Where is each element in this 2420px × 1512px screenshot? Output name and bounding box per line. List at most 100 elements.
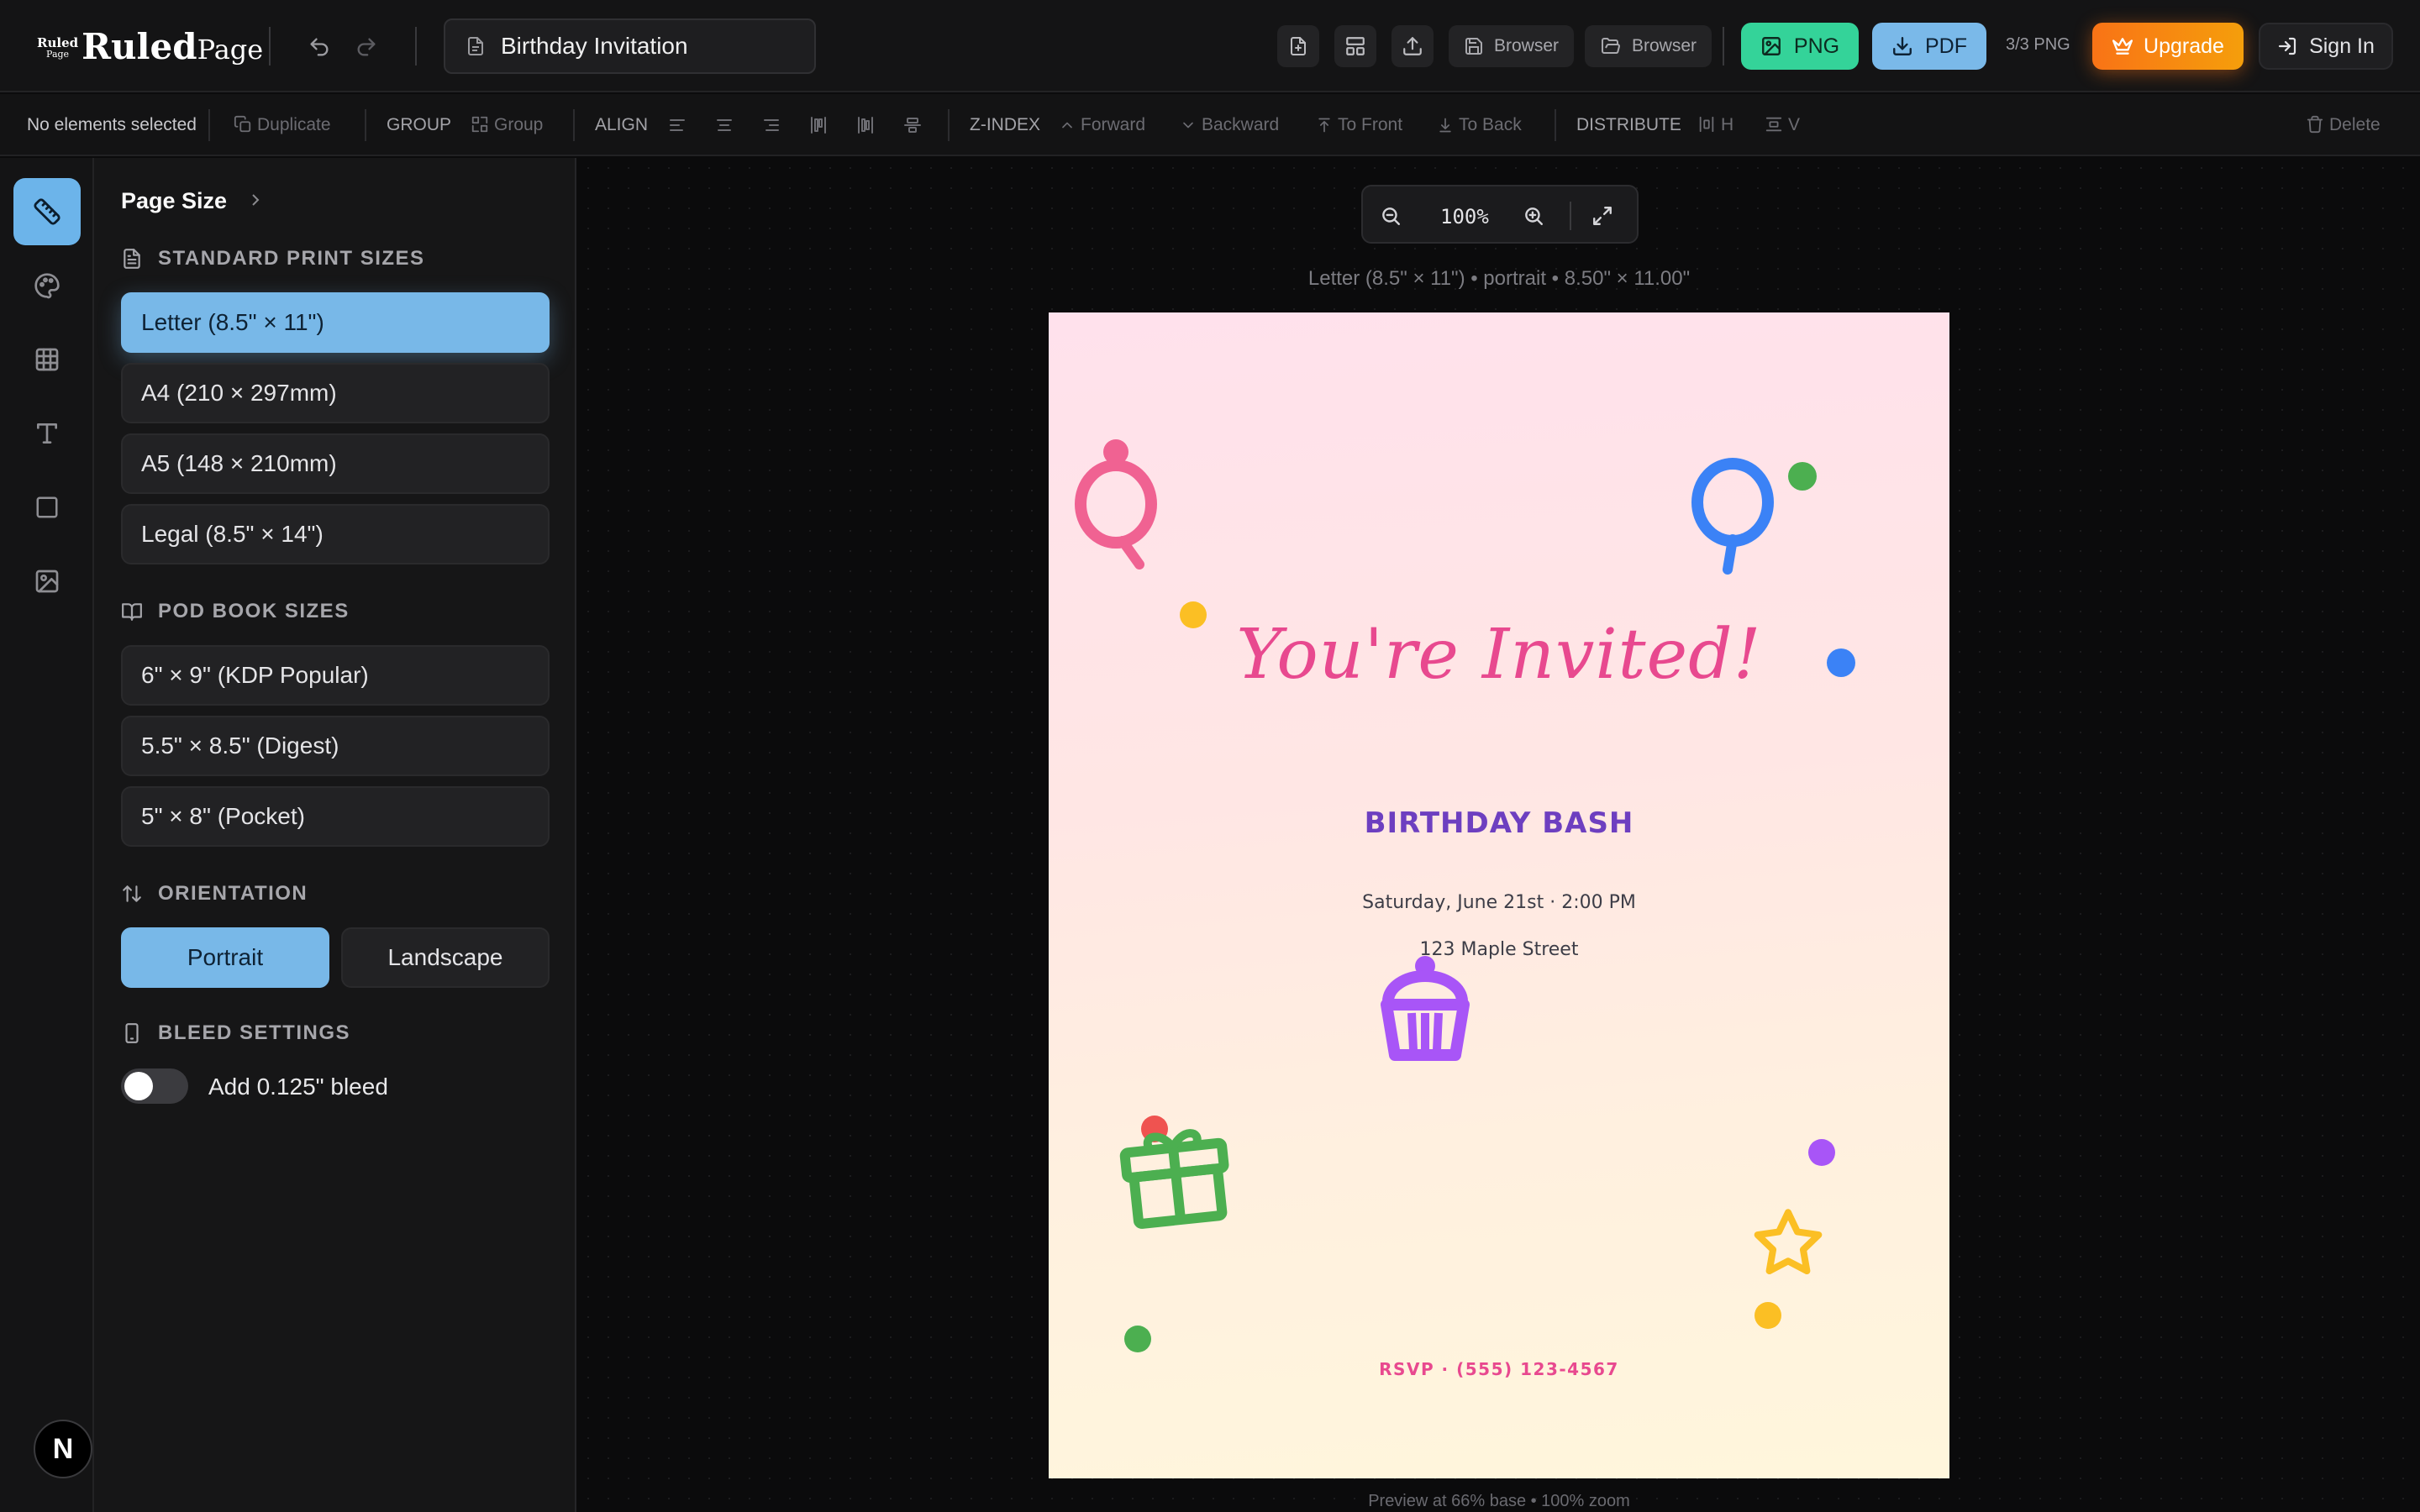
preview-footnote: Preview at 66% base • 100% zoom bbox=[1368, 1492, 1630, 1510]
portrait-label: Portrait bbox=[187, 944, 264, 970]
logo-small-top: Ruled bbox=[37, 35, 79, 50]
forward-label: Forward bbox=[1081, 115, 1146, 134]
size-option-label: 5.5" × 8.5" (Digest) bbox=[141, 732, 339, 759]
group-button[interactable]: Group bbox=[471, 115, 543, 135]
gift-icon[interactable] bbox=[1116, 1129, 1242, 1230]
grid-icon bbox=[35, 348, 59, 371]
smartphone-icon bbox=[125, 1023, 139, 1043]
size-option-digest[interactable]: 5.5" × 8.5" (Digest) bbox=[121, 716, 550, 776]
distribute-horizontal-button[interactable]: H bbox=[1697, 115, 1733, 135]
size-option-6x9[interactable]: 6" × 9" (KDP Popular) bbox=[121, 645, 550, 706]
redo-button[interactable] bbox=[353, 34, 380, 60]
file-plus-icon bbox=[1291, 37, 1306, 55]
rail-page-size-button[interactable] bbox=[13, 178, 81, 245]
to-back-button[interactable]: To Back bbox=[1437, 115, 1522, 135]
invitation-rsvp[interactable]: RSVP · (555) 123-4567 bbox=[1049, 1359, 1949, 1379]
share-button[interactable] bbox=[1392, 25, 1434, 67]
trash-icon bbox=[2307, 115, 2323, 134]
orientation-landscape-button[interactable]: Landscape bbox=[341, 927, 550, 988]
toggle-knob bbox=[124, 1072, 153, 1100]
rail-colors-button[interactable] bbox=[13, 252, 81, 319]
blue-balloon-icon[interactable] bbox=[1689, 452, 1790, 586]
save-to-browser-button[interactable]: Browser bbox=[1449, 25, 1575, 67]
align-top-button[interactable] bbox=[808, 115, 829, 135]
page-size-panel: Page Size STANDARD PRINT SIZES Letter (8… bbox=[94, 158, 576, 1512]
landscape-label: Landscape bbox=[387, 944, 503, 970]
upload-icon bbox=[1403, 37, 1422, 55]
align-center-button[interactable] bbox=[714, 115, 734, 135]
orientation-heading: ORIENTATION bbox=[121, 882, 308, 906]
export-png-button[interactable]: PNG bbox=[1741, 23, 1859, 70]
distribute-vertical-button[interactable]: V bbox=[1765, 115, 1800, 135]
duplicate-button[interactable]: Duplicate bbox=[234, 115, 331, 135]
delete-button[interactable]: Delete bbox=[2306, 115, 2381, 135]
invitation-title[interactable]: You're Invited! bbox=[1049, 615, 1949, 695]
open-browser-label: Browser bbox=[1632, 36, 1697, 55]
panel-title: Page Size bbox=[121, 188, 228, 213]
divider bbox=[365, 109, 366, 141]
image-icon bbox=[35, 570, 59, 593]
export-pdf-button[interactable]: PDF bbox=[1872, 23, 1986, 70]
logo-mini: Ruled Page bbox=[37, 37, 78, 60]
rail-images-button[interactable] bbox=[13, 548, 81, 615]
n-badge[interactable]: N bbox=[34, 1420, 92, 1478]
confetti-dot bbox=[1808, 1139, 1835, 1166]
panel-expand-button[interactable] bbox=[245, 190, 266, 214]
size-option-label: A5 (148 × 210mm) bbox=[141, 450, 337, 476]
size-option-a4[interactable]: A4 (210 × 297mm) bbox=[121, 363, 550, 423]
logo-page-word: Page bbox=[197, 34, 264, 66]
group-label: Group bbox=[494, 115, 544, 134]
design-page[interactable]: You're Invited! BIRTHDAY BASH Saturday, … bbox=[1049, 312, 1949, 1478]
new-page-button[interactable] bbox=[1277, 25, 1319, 67]
invitation-date[interactable]: Saturday, June 21st · 2:00 PM bbox=[1049, 892, 1949, 913]
zoom-in-button[interactable] bbox=[1523, 205, 1544, 231]
to-front-button[interactable]: To Front bbox=[1316, 115, 1402, 135]
star-icon[interactable] bbox=[1751, 1206, 1825, 1280]
align-left-button[interactable] bbox=[667, 115, 687, 135]
badge-letter: N bbox=[52, 1432, 74, 1465]
size-option-a5[interactable]: A5 (148 × 210mm) bbox=[121, 433, 550, 494]
forward-button[interactable]: Forward bbox=[1059, 115, 1145, 135]
align-center-icon bbox=[717, 119, 732, 131]
align-bottom-icon bbox=[904, 118, 921, 133]
backward-button[interactable]: Backward bbox=[1180, 115, 1279, 135]
divider bbox=[208, 109, 210, 141]
pink-balloon-icon[interactable] bbox=[1071, 438, 1163, 581]
document-name: Birthday Invitation bbox=[501, 33, 688, 59]
size-option-label: A4 (210 × 297mm) bbox=[141, 380, 337, 406]
cupcake-icon[interactable] bbox=[1373, 951, 1482, 1068]
templates-button[interactable] bbox=[1334, 25, 1376, 67]
zoom-out-button[interactable] bbox=[1380, 205, 1402, 231]
open-from-browser-button[interactable]: Browser bbox=[1585, 25, 1712, 67]
arrow-up-to-line-icon bbox=[1318, 118, 1330, 133]
rail-shapes-button[interactable] bbox=[13, 474, 81, 541]
upgrade-label: Upgrade bbox=[2144, 34, 2224, 58]
align-middle-button[interactable] bbox=[855, 115, 876, 135]
invitation-address[interactable]: 123 Maple Street bbox=[1049, 939, 1949, 960]
group-section-label: GROUP bbox=[387, 115, 452, 134]
page-info: Letter (8.5" × 11") • portrait • 8.50" ×… bbox=[1307, 267, 1691, 290]
size-option-letter[interactable]: Letter (8.5" × 11") bbox=[121, 292, 550, 353]
document-name-field[interactable]: Birthday Invitation bbox=[444, 18, 816, 74]
fullscreen-button[interactable] bbox=[1591, 205, 1613, 231]
sign-in-button[interactable]: Sign In bbox=[2259, 23, 2393, 70]
rail-text-button[interactable] bbox=[13, 400, 81, 467]
align-middle-icon bbox=[858, 117, 873, 134]
chevron-up-icon bbox=[1062, 122, 1072, 129]
image-icon bbox=[1761, 37, 1781, 55]
rail-grid-button[interactable] bbox=[13, 326, 81, 393]
size-option-pocket[interactable]: 5" × 8" (Pocket) bbox=[121, 786, 550, 847]
size-option-legal[interactable]: Legal (8.5" × 14") bbox=[121, 504, 550, 564]
chevron-down-icon bbox=[1183, 122, 1193, 129]
redo-icon bbox=[357, 38, 376, 56]
bleed-toggle[interactable] bbox=[121, 1068, 188, 1104]
orientation-portrait-button[interactable]: Portrait bbox=[121, 927, 329, 988]
upgrade-button[interactable]: Upgrade bbox=[2092, 23, 2244, 70]
invitation-event[interactable]: BIRTHDAY BASH bbox=[1049, 806, 1949, 840]
chevron-right-icon bbox=[252, 194, 260, 206]
logo[interactable]: Ruled Page Ruled Page bbox=[37, 25, 263, 67]
element-toolbar: No elements selected Duplicate GROUP Gro… bbox=[0, 94, 2420, 156]
align-right-button[interactable] bbox=[761, 115, 781, 135]
undo-button[interactable] bbox=[306, 34, 333, 60]
align-bottom-button[interactable] bbox=[902, 115, 923, 135]
